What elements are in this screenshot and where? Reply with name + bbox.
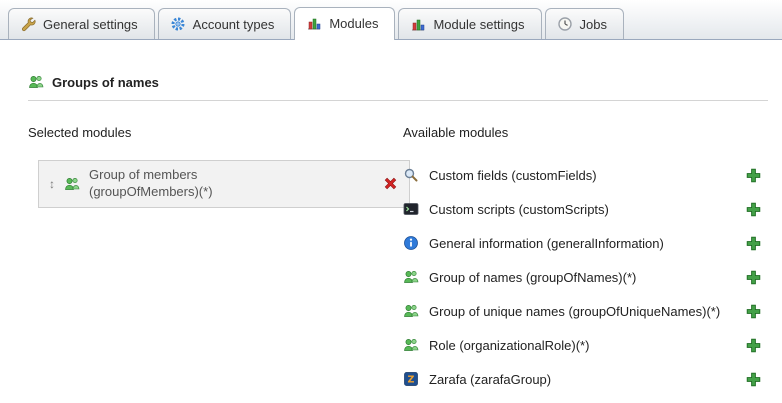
tab-label: Modules [329,16,378,31]
module-label: Custom fields (customFields) [429,168,597,183]
drag-handle-icon[interactable]: ↕ [49,178,55,190]
svg-text:Z: Z [408,375,415,386]
group-icon [403,337,419,353]
page-title: Groups of names [52,75,159,90]
module-label: Custom scripts (customScripts) [429,202,609,217]
tab-general-settings[interactable]: General settings [8,8,155,39]
info-icon [403,235,419,251]
tab-account-types[interactable]: Account types [158,8,292,39]
magnifier-icon [403,167,419,183]
module-label: Role (organizationalRole)(*) [429,338,589,353]
selected-modules-label: Selected modules [28,125,403,140]
zarafa-icon: Z [403,371,419,387]
wrench-icon [20,16,36,32]
module-row: Custom fields (customFields) [403,158,768,192]
add-icon [746,372,762,387]
delete-icon [383,176,399,191]
module-label: Group of unique names (groupOfUniqueName… [429,304,720,319]
content-area: Groups of names Selected modules ↕ Group… [0,40,782,396]
add-icon [746,202,762,217]
selected-module-label: Group of members (groupOfMembers)(*) [89,167,264,201]
available-modules-column: Available modules Custom fields (customF… [403,125,768,396]
module-row: Custom scripts (customScripts) [403,192,768,226]
add-icon [746,304,762,319]
add-button[interactable] [746,168,762,183]
module-row: General information (generalInformation) [403,226,768,260]
tab-module-settings[interactable]: Module settings [398,8,541,39]
module-row: Role (organizationalRole)(*) [403,328,768,362]
tab-label: Jobs [580,17,607,32]
add-icon [746,270,762,285]
delete-button[interactable] [383,176,399,191]
selected-module-item: ↕ Group of members (groupOfMembers)(*) [38,160,410,208]
available-modules-list: Custom fields (customFields) Custom scri… [403,158,768,396]
group-icon [64,176,80,192]
module-row: Group of unique names (groupOfUniqueName… [403,294,768,328]
tab-bar: General settings Account types Modules M… [0,0,782,40]
script-icon [403,201,419,217]
tab-jobs[interactable]: Jobs [545,8,624,39]
group-icon [403,303,419,319]
group-icon [28,74,44,90]
add-icon [746,236,762,251]
tab-label: Module settings [433,17,524,32]
available-modules-label: Available modules [403,125,768,140]
tab-modules[interactable]: Modules [294,7,395,40]
add-button[interactable] [746,202,762,217]
add-button[interactable] [746,270,762,285]
module-row: Group of names (groupOfNames)(*) [403,260,768,294]
add-button[interactable] [746,304,762,319]
clock-icon [557,16,573,32]
add-icon [746,168,762,183]
add-button[interactable] [746,338,762,353]
module-label: General information (generalInformation) [429,236,664,251]
module-label: Zarafa (zarafaGroup) [429,372,551,387]
tab-label: General settings [43,17,138,32]
add-button[interactable] [746,372,762,387]
selected-modules-column: Selected modules ↕ Group of members (gro… [28,125,403,396]
chart-icon [410,16,426,32]
add-button[interactable] [746,236,762,251]
module-label: Group of names (groupOfNames)(*) [429,270,636,285]
module-row: Z Zarafa (zarafaGroup) [403,362,768,396]
chart-icon [306,15,322,31]
gear-icon [170,16,186,32]
tab-label: Account types [193,17,275,32]
page-heading: Groups of names [28,74,768,101]
group-icon [403,269,419,285]
add-icon [746,338,762,353]
